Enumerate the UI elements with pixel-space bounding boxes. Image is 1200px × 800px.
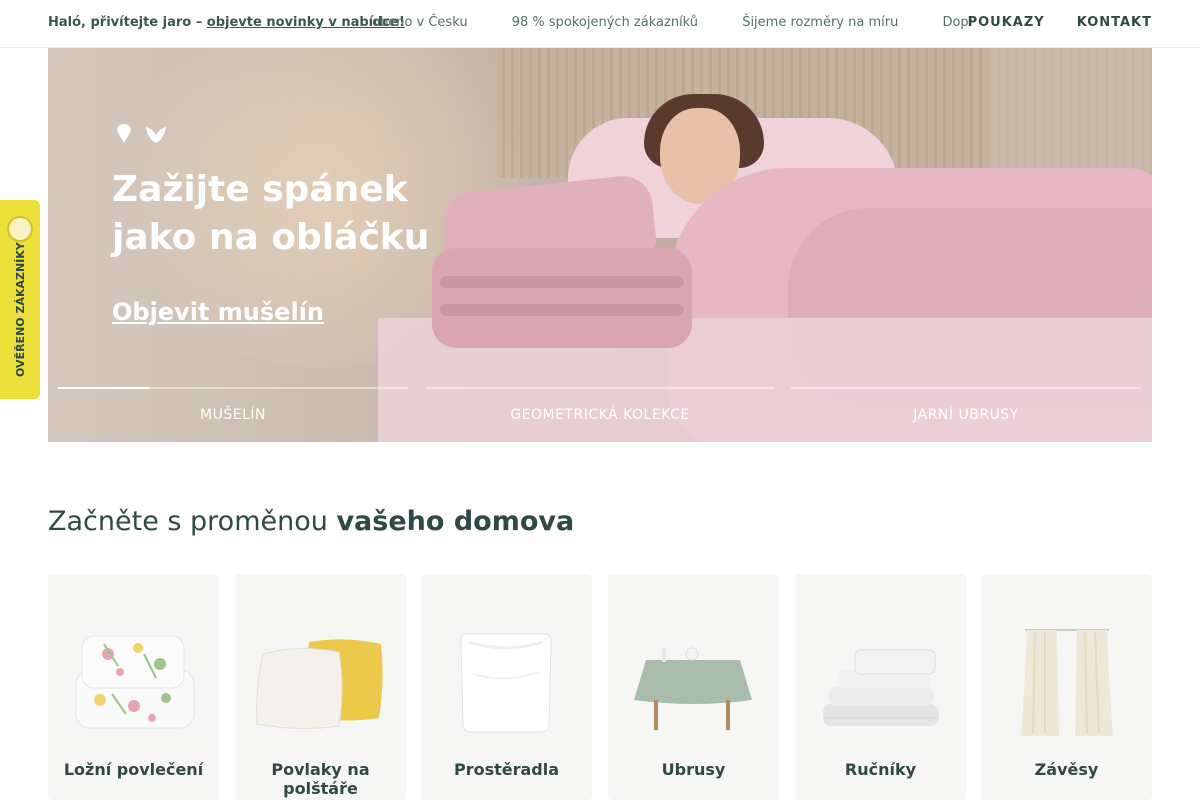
hero-folded-crease [440,276,684,288]
verified-seal-icon [7,216,33,242]
slider-tabs: MUŠELÍN GEOMETRICKÁ KOLEKCE JARNÍ UBRUSY [58,387,1142,437]
slider-tab-spring-tablecloths[interactable]: JARNÍ UBRUSY [791,387,1141,437]
hero-folded-stack [432,248,692,348]
hero-slider[interactable]: Zažijte spánek jako na obláčku Objevit m… [48,48,1152,442]
pillowcase-icon [256,639,383,730]
section-title-regular: Začněte s proměnou [48,506,337,537]
ticker-item: obeno v Česku [372,15,468,30]
category-label: Ubrusy [661,760,726,779]
slider-tab-track [425,387,775,389]
tablecloth-icon [634,647,752,730]
top-bar: Haló, přivítejte jaro – objevte novinky … [0,0,1200,48]
slider-tab-geometric[interactable]: GEOMETRICKÁ KOLEKCE [425,387,775,437]
category-label: Závěsy [1034,760,1099,779]
verified-customers-badge[interactable]: OVĚŘENO ZÁKAZNÍKY [0,200,40,399]
category-label: Prostěradla [453,760,560,779]
slider-tab-progress [58,387,149,389]
usp-ticker: obeno v Česku 98 % spokojených zákazníků… [372,0,972,48]
nav-contact-link[interactable]: KONTAKT [1077,15,1152,30]
hero-title-line: jako na obláčku [112,217,430,258]
slider-tab-label: MUŠELÍN [200,407,266,423]
ticker-item: 98 % spokojených zákazníků [511,15,699,30]
hero-title-line: Zažijte spánek [112,169,408,210]
brand-logo-icon [117,124,166,144]
section-title-bold: vašeho domova [336,506,575,537]
slider-tab-muselin[interactable]: MUŠELÍN [58,387,408,437]
category-card-curtains[interactable]: Závěsy [981,574,1152,800]
category-card-towels[interactable]: Ručníky [795,574,966,800]
slider-tab-label: GEOMETRICKÁ KOLEKCE [510,407,690,423]
hero-folded-crease [440,304,684,316]
category-cards: Ložní povlečení Povlaky na polštáře Pros… [48,574,1152,800]
category-label: Ručníky [844,760,917,779]
category-card-sheets[interactable]: Prostěradla [421,574,592,800]
top-nav: POUKAZY KONTAKT [936,15,1152,30]
nav-vouchers-link[interactable]: POUKAZY [968,15,1045,30]
category-card-bedding[interactable]: Ložní povlečení [48,574,219,800]
curtains-icon [1021,629,1113,736]
hero-cta-link[interactable]: Objevit mušelín [112,298,324,326]
towels-icon [823,649,939,726]
promo-text: Haló, přivítejte jaro – [48,15,207,30]
promo-banner: Haló, přivítejte jaro – objevte novinky … [48,15,405,30]
hero-title: Zažijte spánek jako na obláčku [112,166,429,262]
category-label: Povlaky na polštáře [271,760,370,798]
ticker-item: Šijeme rozměry na míru [742,15,899,30]
sheet-icon [460,633,552,733]
section-title: Začněte s proměnou vašeho domova [48,506,574,537]
slider-tab-label: JARNÍ UBRUSY [913,407,1019,423]
category-card-pillowcases[interactable]: Povlaky na polštáře [235,574,406,800]
bedding-icon [75,635,195,729]
slider-tab-track [791,387,1141,389]
category-label: Ložní povlečení [63,760,204,779]
category-card-tablecloths[interactable]: Ubrusy [608,574,779,800]
verified-badge-label: OVĚŘENO ZÁKAZNÍKY [14,242,27,377]
